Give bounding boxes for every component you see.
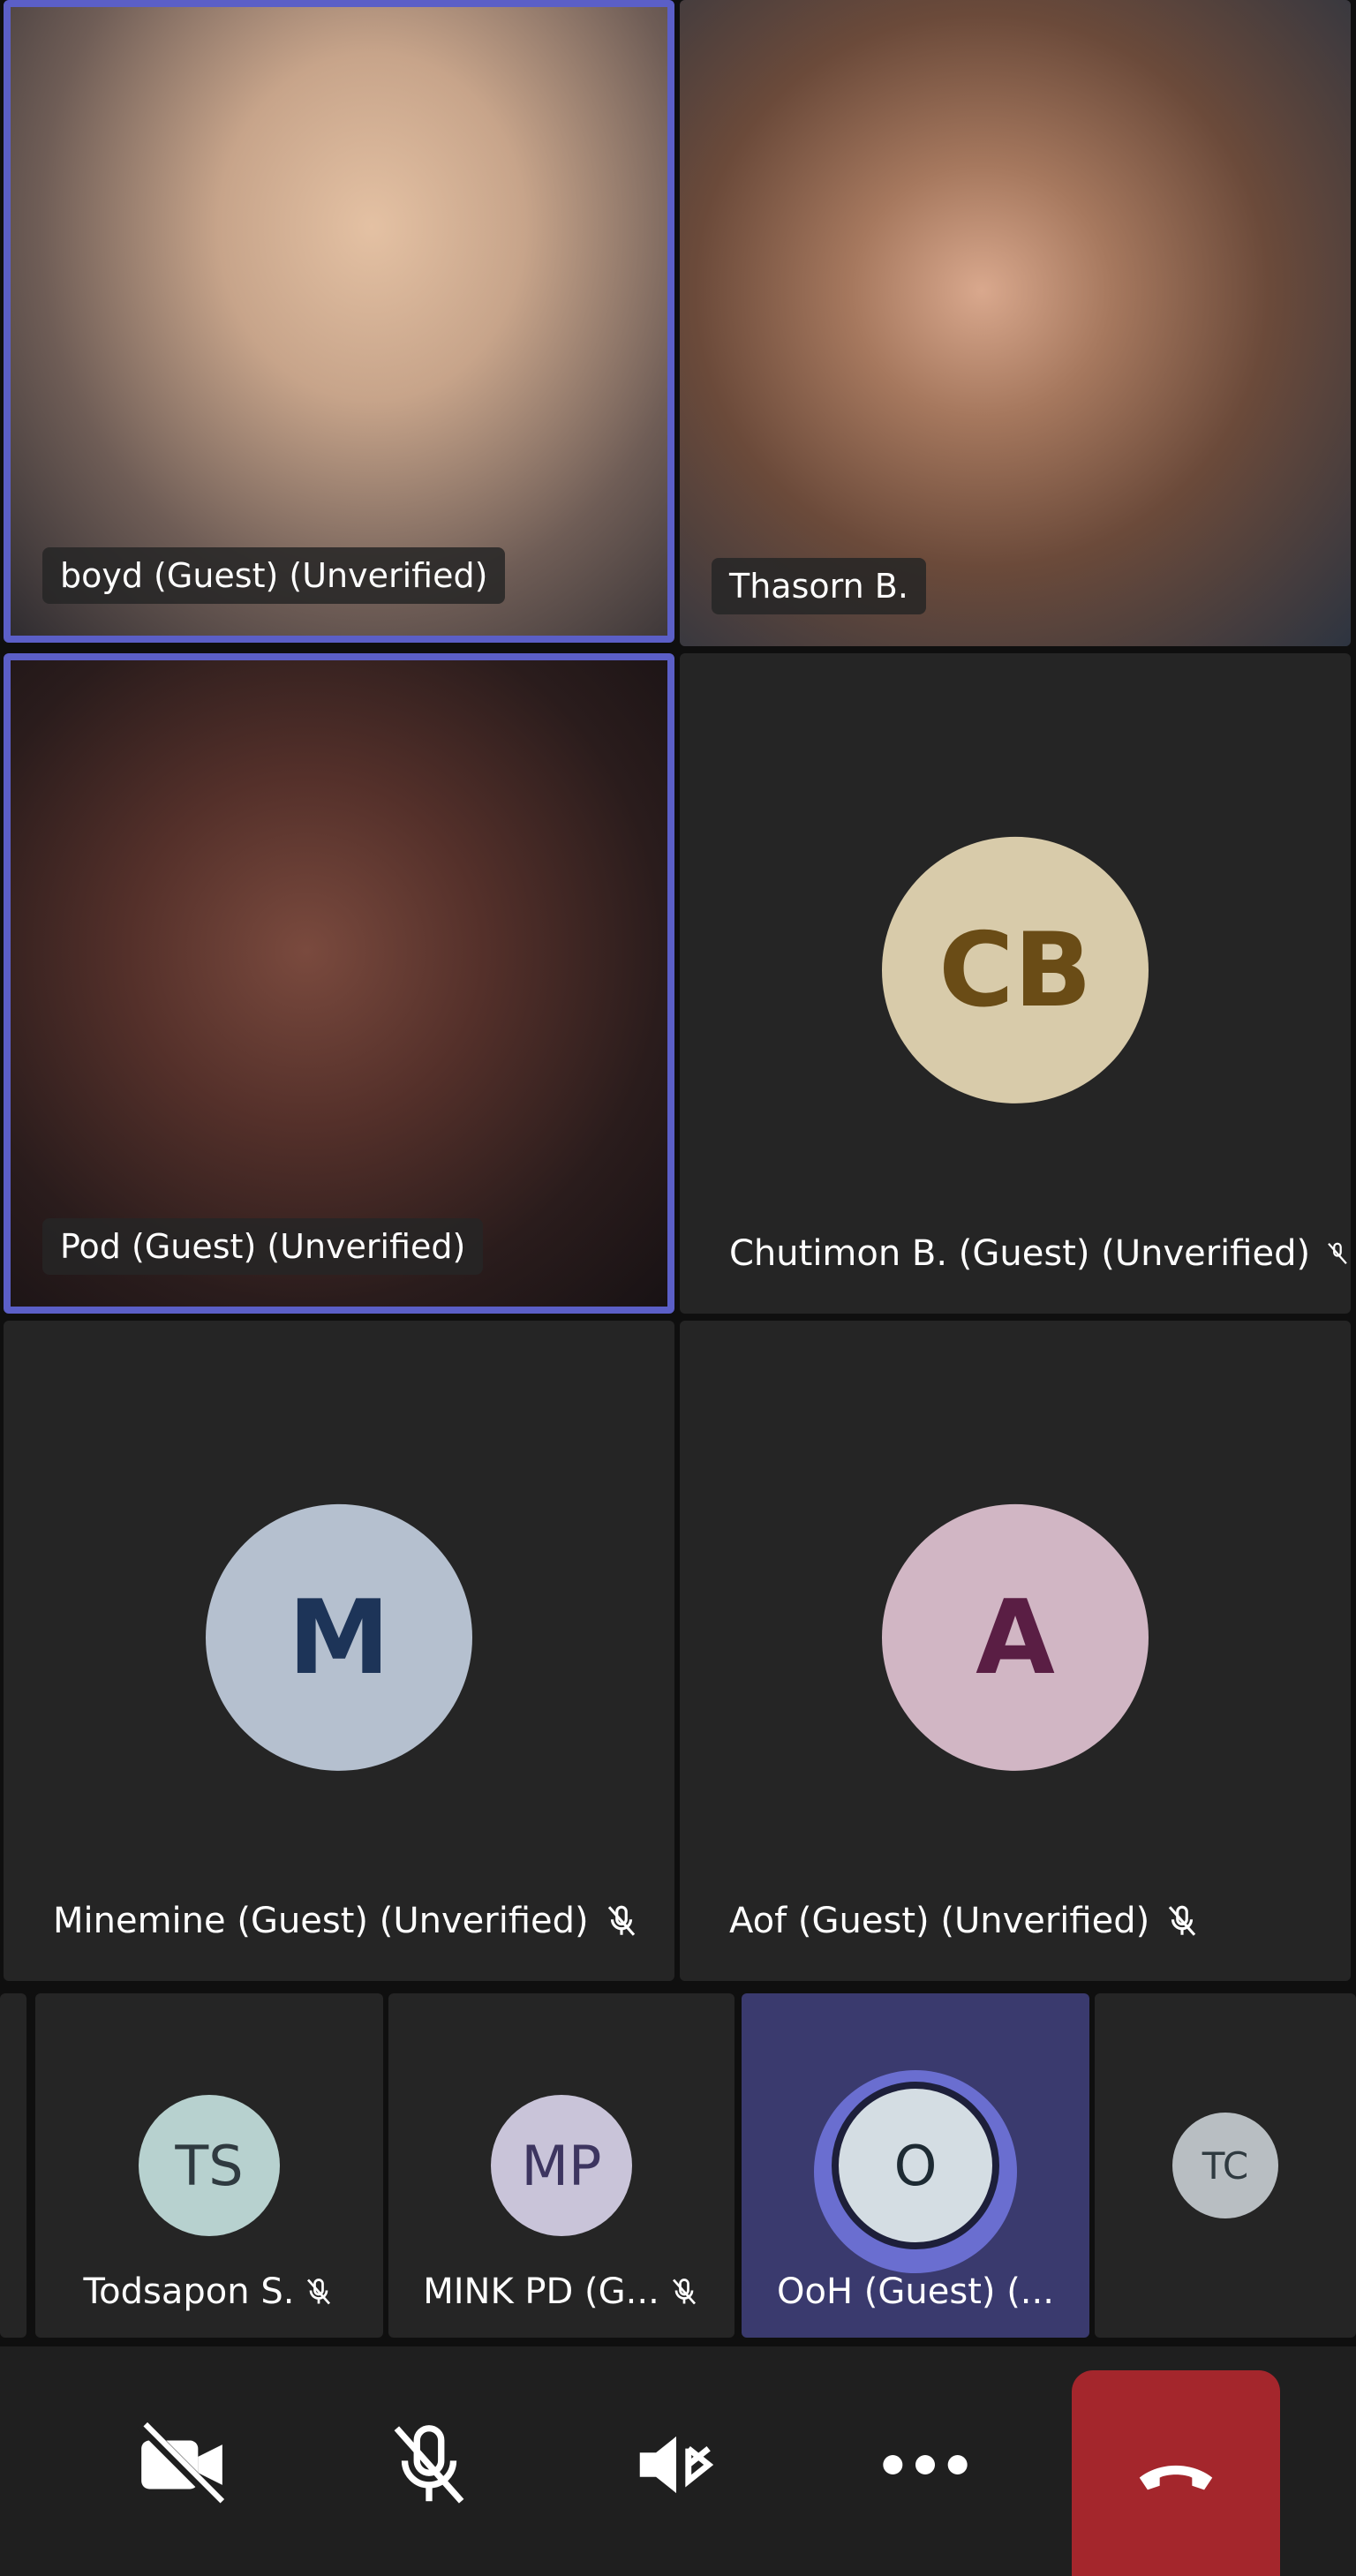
participant-tile-thasorn[interactable]: Thasorn B. xyxy=(680,0,1351,646)
video-feed xyxy=(680,0,1351,646)
participant-tile-todsapon[interactable]: TS Todsapon S. xyxy=(35,1993,383,2338)
participant-name-row: OoH (Guest) (... xyxy=(742,2265,1089,2318)
mic-muted-icon xyxy=(1328,1242,1347,1264)
avatar: CB xyxy=(882,836,1149,1103)
participant-name: Todsapon S. xyxy=(83,2271,295,2312)
mic-muted-icon xyxy=(607,1905,635,1936)
avatar: MP xyxy=(491,2095,632,2236)
more-icon xyxy=(883,2455,968,2474)
speaker-bluetooth-icon xyxy=(639,2436,714,2494)
mic-muted-icon xyxy=(307,2278,331,2305)
avatar: TS xyxy=(139,2095,280,2236)
participant-name: Chutimon B. (Guest) (Unverified) xyxy=(729,1233,1311,1274)
participant-tile-pod[interactable]: Pod (Guest) (Unverified) xyxy=(4,653,674,1314)
participant-name: boyd (Guest) (Unverified) xyxy=(42,547,506,604)
participant-tile-aof[interactable]: A Aof (Guest) (Unverified) xyxy=(680,1321,1351,1981)
participant-tile-ooh[interactable]: O OoH (Guest) (... xyxy=(742,1993,1089,2338)
avatar: TC xyxy=(1172,2113,1278,2218)
participant-name: Pod (Guest) (Unverified) xyxy=(42,1218,484,1275)
avatar: A xyxy=(882,1503,1149,1771)
participant-tile-mink-pd[interactable]: MP MINK PD (G... xyxy=(388,1993,734,2338)
camera-off-icon xyxy=(137,2420,227,2510)
audio-output-button[interactable] xyxy=(588,2376,765,2553)
participant-name-row: Aof (Guest) (Unverified) xyxy=(729,1893,1201,1949)
avatar: M xyxy=(206,1503,472,1771)
participant-tile-tc[interactable]: TC xyxy=(1095,1993,1356,2338)
participant-name: OoH (Guest) (... xyxy=(777,2271,1054,2312)
video-feed xyxy=(11,7,667,636)
participant-name-row: Todsapon S. xyxy=(35,2265,383,2318)
mic-muted-icon xyxy=(1169,1905,1196,1936)
video-feed xyxy=(11,660,667,1307)
participant-name-row: Minemine (Guest) (Unverified) xyxy=(53,1893,640,1949)
camera-toggle-button[interactable] xyxy=(94,2376,270,2553)
participant-name-row: Chutimon B. (Guest) (Unverified) xyxy=(729,1225,1351,1282)
hang-up-button[interactable] xyxy=(1072,2370,1280,2576)
participant-name: Thasorn B. xyxy=(712,558,926,614)
more-options-button[interactable] xyxy=(837,2376,1013,2553)
participant-name: MINK PD (G... xyxy=(423,2271,659,2312)
participant-name-row: MINK PD (G... xyxy=(388,2265,734,2318)
participant-tile-partial[interactable] xyxy=(0,1993,26,2338)
participant-tile-boyd[interactable]: boyd (Guest) (Unverified) xyxy=(4,0,674,643)
participant-name: Minemine (Guest) (Unverified) xyxy=(53,1901,589,1941)
participant-name: Aof (Guest) (Unverified) xyxy=(729,1901,1150,1941)
call-control-bar xyxy=(0,2346,1356,2576)
participant-tile-chutimon[interactable]: CB Chutimon B. (Guest) (Unverified) xyxy=(680,653,1351,1314)
avatar: O xyxy=(832,2082,999,2249)
hang-up-icon xyxy=(1139,2465,1213,2489)
mic-off-icon xyxy=(394,2425,464,2504)
mic-muted-icon xyxy=(672,2278,696,2305)
mic-toggle-button[interactable] xyxy=(341,2376,517,2553)
participant-tile-minemine[interactable]: M Minemine (Guest) (Unverified) xyxy=(4,1321,674,1981)
